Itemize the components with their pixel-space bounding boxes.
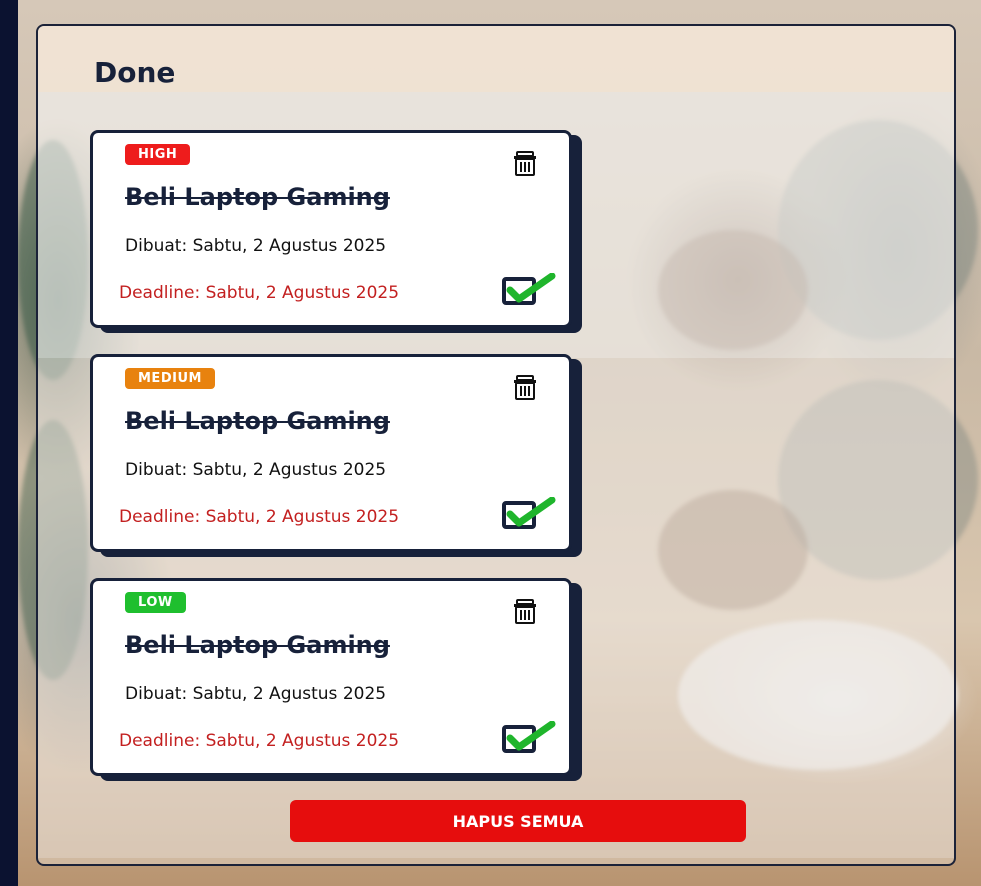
- deadline-date: Deadline: Sabtu, 2 Agustus 2025: [119, 507, 400, 527]
- task-title: Beli Laptop Gaming: [125, 631, 390, 659]
- trash-icon[interactable]: [511, 373, 539, 401]
- deadline-date: Deadline: Sabtu, 2 Agustus 2025: [119, 283, 400, 303]
- task-card: MEDIUM Beli Laptop Gaming Dibuat: Sabtu,…: [90, 354, 572, 552]
- priority-badge: MEDIUM: [125, 368, 215, 389]
- deadline-date: Deadline: Sabtu, 2 Agustus 2025: [119, 731, 400, 751]
- task-card: HIGH Beli Laptop Gaming Dibuat: Sabtu, 2…: [90, 130, 572, 328]
- priority-badge: HIGH: [125, 144, 191, 165]
- delete-all-button[interactable]: HAPUS SEMUA: [290, 800, 746, 842]
- trash-icon[interactable]: [511, 149, 539, 177]
- task-card: LOW Beli Laptop Gaming Dibuat: Sabtu, 2 …: [90, 578, 572, 776]
- checkbox-checked-icon[interactable]: [502, 497, 556, 531]
- created-date: Dibuat: Sabtu, 2 Agustus 2025: [125, 236, 387, 256]
- trash-icon[interactable]: [511, 597, 539, 625]
- created-date: Dibuat: Sabtu, 2 Agustus 2025: [125, 460, 387, 480]
- task-title: Beli Laptop Gaming: [125, 183, 390, 211]
- priority-badge: LOW: [125, 592, 186, 613]
- column-title: Done: [94, 56, 176, 89]
- checkbox-checked-icon[interactable]: [502, 273, 556, 307]
- created-date: Dibuat: Sabtu, 2 Agustus 2025: [125, 684, 387, 704]
- task-title: Beli Laptop Gaming: [125, 407, 390, 435]
- checkbox-checked-icon[interactable]: [502, 721, 556, 755]
- done-column: Done HIGH Beli Laptop Gaming Dibuat: Sab…: [36, 24, 956, 866]
